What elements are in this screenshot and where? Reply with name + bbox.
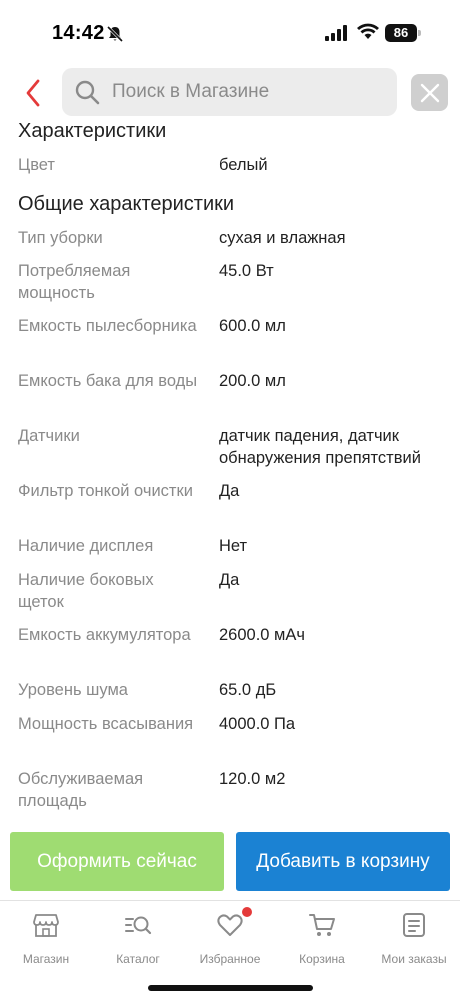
battery-icon: 86 (385, 24, 417, 42)
spec-value: 2600.0 мАч (219, 626, 305, 644)
buy-now-button[interactable]: Оформить сейчас (10, 832, 224, 891)
spec-value: 45.0 Вт (219, 262, 274, 280)
catalog-search-icon (125, 916, 152, 935)
tab-store[interactable]: Магазин (0, 909, 92, 969)
close-icon (420, 83, 439, 102)
spec-label: Емкость бака для воды (18, 372, 198, 390)
spec-label: Наличие боковых щеток (18, 571, 154, 611)
spec-value: Да (219, 482, 240, 500)
spec-label: Мощность всасывания (18, 715, 194, 733)
heart-icon (217, 914, 243, 936)
spec-label: Наличие дисплея (18, 537, 154, 555)
clear-search-button[interactable] (411, 74, 448, 111)
spec-label: Тип уборки (18, 229, 103, 247)
search-header (0, 66, 460, 118)
section-title-general: Общие характеристики (18, 193, 235, 215)
spec-value: Нет (219, 537, 248, 555)
tab-label: Магазин (22, 952, 70, 966)
bell-slash-icon (106, 25, 124, 43)
spec-label: Емкость пылесборника (18, 317, 197, 335)
tab-favorites[interactable]: Избранное (184, 907, 276, 969)
spec-value: Да (219, 571, 240, 589)
spec-value: белый (219, 156, 268, 174)
section-title-characteristics: Характеристики (18, 120, 167, 142)
orders-icon (403, 913, 425, 937)
spec-label: Обслуживаемая площадь (18, 770, 144, 810)
store-icon (33, 914, 59, 937)
battery-tip (418, 30, 421, 36)
add-to-cart-button[interactable]: Добавить в корзину (236, 832, 450, 891)
spec-label: Цвет (18, 156, 55, 174)
tab-catalog[interactable]: Каталог (92, 909, 184, 969)
spec-label: Фильтр тонкой очистки (18, 482, 193, 500)
tab-orders[interactable]: Мои заказы (368, 909, 460, 969)
spec-value: сухая и влажная (219, 229, 346, 247)
status-time: 14:42 (52, 22, 105, 44)
spec-label: Емкость аккумулятора (18, 626, 191, 644)
search-icon (75, 80, 100, 105)
tab-label: Избранное (199, 952, 261, 966)
chevron-left-icon (26, 79, 40, 107)
home-indicator (148, 985, 313, 991)
back-button[interactable] (20, 78, 46, 108)
notification-dot (242, 907, 252, 917)
search-input[interactable] (112, 68, 382, 116)
signal-icon (325, 25, 347, 41)
spec-value: 65.0 дБ (219, 681, 277, 699)
spec-label: Уровень шума (18, 681, 128, 699)
tab-label: Мои заказы (381, 952, 447, 966)
tab-label: Корзина (299, 952, 345, 966)
spec-value: 600.0 мл (219, 317, 286, 335)
spec-label: Датчики (18, 427, 80, 445)
tab-label: Каталог (116, 952, 160, 966)
search-box[interactable] (62, 68, 397, 116)
spec-value: 200.0 мл (219, 372, 286, 390)
spec-label: Потребляемая мощность (18, 262, 131, 302)
spec-value: датчик падения, датчик обнаружения препя… (219, 427, 421, 467)
spec-value: 120.0 м2 (219, 770, 286, 788)
wifi-icon (357, 23, 379, 39)
tab-cart[interactable]: Корзина (276, 909, 368, 969)
cart-icon (309, 914, 335, 936)
spec-value: 4000.0 Па (219, 715, 296, 733)
status-bar: 14:42 86 (0, 0, 460, 62)
